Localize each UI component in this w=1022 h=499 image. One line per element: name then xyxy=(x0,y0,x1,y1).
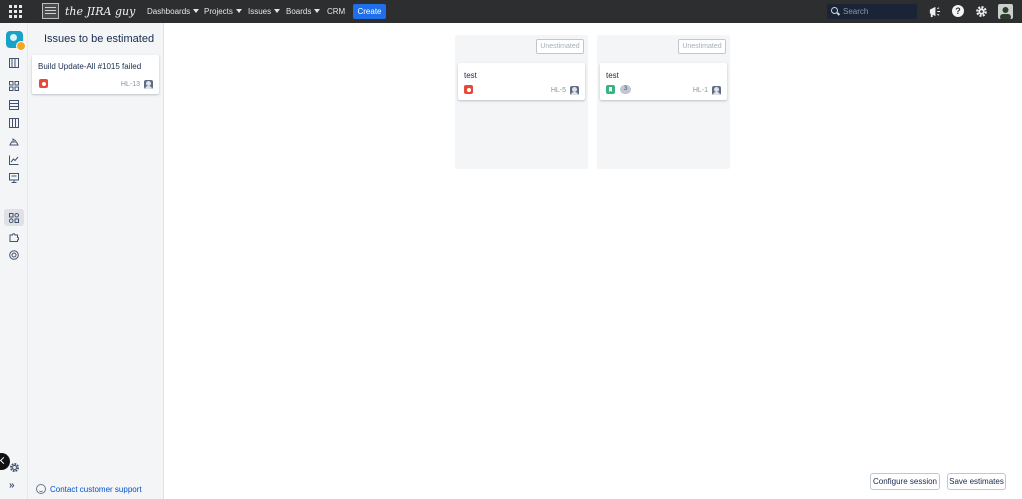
apps-grid-icon[interactable] xyxy=(9,5,22,18)
search-icon xyxy=(831,7,838,14)
issue-card[interactable]: Build Update-All #1015 failed HL-13 xyxy=(32,55,159,94)
issue-card[interactable]: test 3 HL-1 xyxy=(600,63,727,100)
gear-icon[interactable] xyxy=(975,5,988,18)
releases-icon[interactable] xyxy=(9,137,19,147)
issue-key: HL-1 xyxy=(692,87,708,94)
columns-icon[interactable] xyxy=(9,118,19,128)
reports-icon[interactable] xyxy=(9,155,19,165)
logo-text: the JIRA guy xyxy=(65,4,136,18)
story-points-badge: 3 xyxy=(620,85,631,94)
nav-boards[interactable]: Boards xyxy=(286,0,321,23)
configure-session-button[interactable]: Configure session xyxy=(870,473,940,490)
logo-icon xyxy=(42,3,59,19)
issue-key: HL-13 xyxy=(120,81,140,88)
estimate-button[interactable]: Unestimated xyxy=(536,39,584,54)
story-type-icon xyxy=(606,85,615,94)
create-button[interactable]: Create xyxy=(353,4,386,19)
nav-crm[interactable]: CRM xyxy=(327,0,345,23)
user-avatar[interactable] xyxy=(998,4,1013,19)
board-icon[interactable] xyxy=(9,81,19,91)
nav-boards-label: Boards xyxy=(286,7,312,16)
issue-key: HL-5 xyxy=(550,87,566,94)
assignee-avatar xyxy=(144,80,153,89)
site-logo[interactable]: the JIRA guy xyxy=(42,3,135,19)
monitor-icon[interactable] xyxy=(9,173,19,183)
app-icon-rail: » xyxy=(0,23,28,499)
assignee-avatar xyxy=(570,86,579,95)
issue-card[interactable]: test HL-5 xyxy=(458,63,585,100)
expand-icon[interactable]: » xyxy=(9,480,15,491)
chevron-down-icon xyxy=(274,9,281,13)
assignee-avatar xyxy=(712,86,721,95)
bug-type-icon xyxy=(464,85,473,94)
megaphone-icon[interactable] xyxy=(928,5,941,18)
save-estimates-button[interactable]: Save estimates xyxy=(947,473,1006,490)
smiley-icon xyxy=(36,484,46,494)
chevron-down-icon xyxy=(314,9,321,13)
nav-issues[interactable]: Issues xyxy=(248,0,281,23)
chevron-down-icon xyxy=(235,9,242,13)
nav-crm-label: CRM xyxy=(327,7,346,16)
panel-title: Issues to be estimated xyxy=(44,33,155,45)
nav-dashboards[interactable]: Dashboards xyxy=(147,0,200,23)
target-icon[interactable] xyxy=(9,250,19,260)
top-navigation: the JIRA guy Dashboards Projects Issues … xyxy=(0,0,1022,23)
nav-issues-label: Issues xyxy=(248,7,272,16)
help-icon[interactable]: ? xyxy=(952,5,964,17)
estimate-column: Unestimated test HL-5 xyxy=(455,35,588,169)
nav-dashboards-label: Dashboards xyxy=(147,7,191,16)
backlog-icon[interactable] xyxy=(9,58,19,68)
chevron-down-icon xyxy=(193,9,200,13)
list-icon[interactable] xyxy=(9,100,19,110)
issue-summary: Build Update-All #1015 failed xyxy=(38,62,142,71)
search-input[interactable] xyxy=(843,4,913,19)
puzzle-icon[interactable] xyxy=(9,232,19,242)
issue-summary: test xyxy=(606,71,619,80)
issues-panel: Issues to be estimated Build Update-All … xyxy=(28,23,164,499)
search-box xyxy=(827,4,917,19)
estimate-column: Unestimated test 3 HL-1 xyxy=(597,35,730,169)
app-logo[interactable] xyxy=(6,31,26,51)
bug-type-icon xyxy=(39,79,48,88)
estimation-icon[interactable] xyxy=(9,213,19,223)
contact-support-label: Contact customer support xyxy=(50,484,142,494)
settings-icon[interactable] xyxy=(9,462,20,473)
nav-projects[interactable]: Projects xyxy=(204,0,242,23)
contact-support-link[interactable]: Contact customer support xyxy=(36,484,142,494)
nav-projects-label: Projects xyxy=(204,7,233,16)
estimate-button[interactable]: Unestimated xyxy=(678,39,726,54)
issue-summary: test xyxy=(464,71,477,80)
